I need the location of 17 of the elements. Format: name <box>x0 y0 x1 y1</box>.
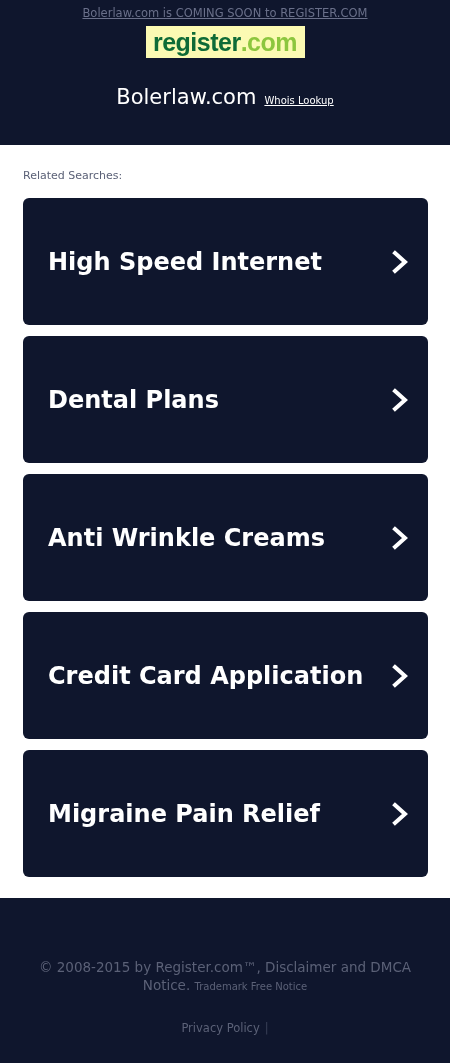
search-link-card[interactable]: Credit Card Application <box>23 612 428 739</box>
search-link-card[interactable]: Anti Wrinkle Creams <box>23 474 428 601</box>
whois-link[interactable]: Whois Lookup <box>264 95 334 106</box>
copyright-text: © 2008-2015 by Register.com™, Disclaimer and DMCA Notice. Trademark Free Notice <box>37 958 413 995</box>
search-link-card[interactable]: Migraine Pain Relief <box>23 750 428 877</box>
separator: | <box>264 1021 269 1035</box>
chevron-icon <box>392 249 408 274</box>
chevron-icon <box>392 387 408 412</box>
chevron-icon <box>392 525 408 550</box>
domain-title: Bolerlaw.com <box>116 85 257 109</box>
chevron-icon <box>392 663 408 688</box>
search-link-card[interactable]: Dental Plans <box>23 336 428 463</box>
chevron-icon <box>392 801 408 826</box>
related-heading: Related Searches: <box>23 168 124 184</box>
search-link-card[interactable]: High Speed Internet <box>23 198 428 325</box>
coming-soon-link[interactable]: Bolerlaw.com is COMING SOON to REGISTER.COM <box>82 6 368 20</box>
register-logo: register.com <box>145 26 305 58</box>
